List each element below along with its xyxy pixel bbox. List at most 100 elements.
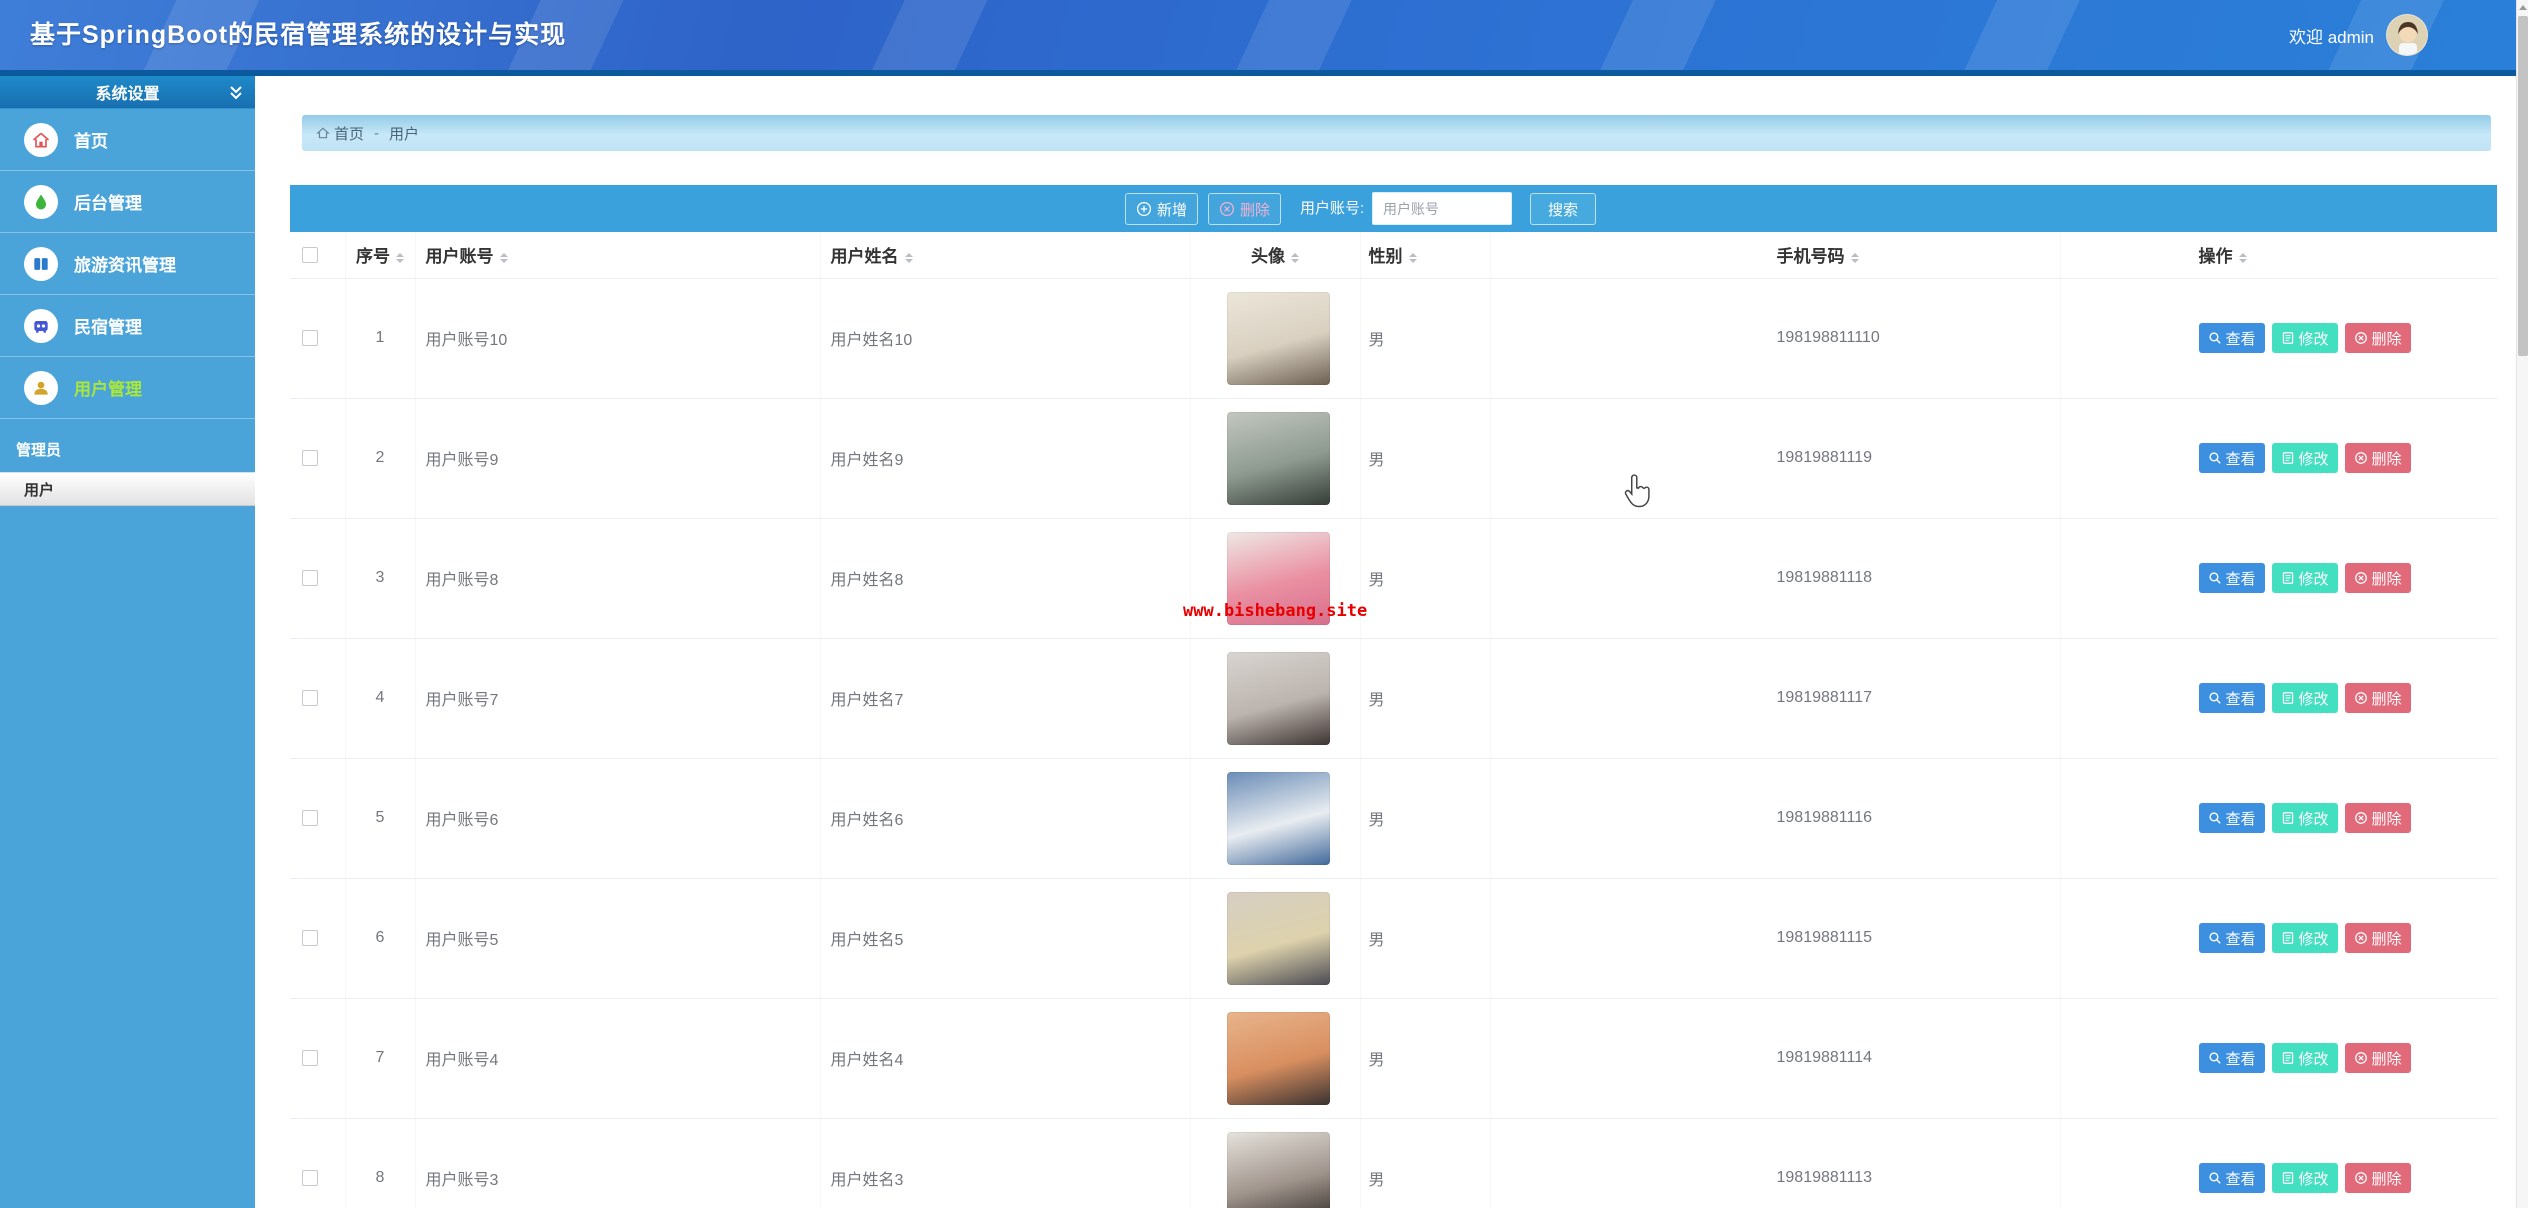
view-button[interactable]: 查看	[2199, 683, 2265, 713]
delete-button[interactable]: 删除	[2345, 1043, 2411, 1073]
delete-button[interactable]: 删除	[2345, 923, 2411, 953]
sort-caret-icon[interactable]	[1851, 249, 1859, 267]
sort-caret-icon[interactable]	[2239, 249, 2247, 267]
row-checkbox[interactable]	[302, 1050, 318, 1066]
user-area: 欢迎 admin	[2289, 0, 2428, 70]
sidebar-item-label: 旅游资讯管理	[74, 251, 176, 276]
edit-button[interactable]: 修改	[2272, 323, 2338, 353]
photo-person-helmet-road	[1227, 412, 1330, 505]
x-circle-icon	[2354, 571, 2368, 585]
header-index[interactable]: 序号	[345, 232, 415, 278]
row-name: 用户姓名4	[820, 998, 1190, 1118]
edit-button-label: 修改	[2299, 568, 2329, 589]
delete-button[interactable]: 删除	[2345, 323, 2411, 353]
table-header-row: 序号 用户账号 用户姓名 头像 性别 手机号码 操作	[290, 232, 2497, 278]
sort-caret-icon[interactable]	[1409, 249, 1417, 267]
edit-button[interactable]: 修改	[2272, 683, 2338, 713]
row-checkbox[interactable]	[302, 1170, 318, 1186]
table-row: 6 用户账号5 用户姓名5 男 19819881115 查看 修改 删除	[290, 878, 2497, 998]
header-name[interactable]: 用户姓名	[820, 232, 1190, 278]
view-button[interactable]: 查看	[2199, 323, 2265, 353]
view-button[interactable]: 查看	[2199, 1043, 2265, 1073]
sort-caret-icon[interactable]	[905, 249, 913, 267]
delete-button[interactable]: 删除	[2345, 803, 2411, 833]
view-button[interactable]: 查看	[2199, 1163, 2265, 1193]
view-button[interactable]: 查看	[2199, 803, 2265, 833]
table-row: 8 用户账号3 用户姓名3 男 19819881113 查看 修改 删除	[290, 1118, 2497, 1208]
plus-circle-icon	[1136, 201, 1152, 217]
edit-button[interactable]: 修改	[2272, 923, 2338, 953]
batch-delete-button[interactable]: 删除	[1208, 193, 1281, 225]
vertical-scrollbar[interactable]	[2516, 0, 2528, 1208]
search-button[interactable]: 搜索	[1530, 193, 1596, 225]
row-checkbox[interactable]	[302, 690, 318, 706]
delete-button[interactable]: 删除	[2345, 683, 2411, 713]
row-account: 用户账号7	[415, 638, 820, 758]
row-name: 用户姓名9	[820, 398, 1190, 518]
sidebar-item-home[interactable]: 首页	[0, 109, 255, 171]
edit-button[interactable]: 修改	[2272, 803, 2338, 833]
row-checkbox[interactable]	[302, 810, 318, 826]
view-button[interactable]: 查看	[2199, 923, 2265, 953]
edit-doc-icon	[2281, 451, 2295, 465]
view-button[interactable]: 查看	[2199, 443, 2265, 473]
delete-button[interactable]: 删除	[2345, 563, 2411, 593]
header-account[interactable]: 用户账号	[415, 232, 820, 278]
homestay-icon	[24, 309, 58, 343]
delete-button-label: 删除	[2372, 448, 2402, 469]
row-index: 4	[345, 638, 415, 758]
breadcrumb-home[interactable]: 首页	[316, 123, 364, 144]
row-checkbox[interactable]	[302, 330, 318, 346]
edit-button[interactable]: 修改	[2272, 1043, 2338, 1073]
row-checkbox[interactable]	[302, 570, 318, 586]
row-checkbox[interactable]	[302, 450, 318, 466]
delete-button[interactable]: 删除	[2345, 443, 2411, 473]
sort-caret-icon[interactable]	[500, 249, 508, 267]
sidebar-item-users[interactable]: 用户管理	[0, 357, 255, 419]
edit-doc-icon	[2281, 571, 2295, 585]
row-gender: 男	[1360, 638, 1490, 758]
select-all-checkbox[interactable]	[302, 247, 318, 263]
row-gender: 男	[1360, 518, 1490, 638]
sidebar-item-backend[interactable]: 后台管理	[0, 171, 255, 233]
row-phone: 19819881114	[1490, 998, 2060, 1118]
admin-avatar[interactable]	[2386, 14, 2428, 56]
delete-button[interactable]: 删除	[2345, 1163, 2411, 1193]
row-index: 6	[345, 878, 415, 998]
sidebar-item-homestay[interactable]: 民宿管理	[0, 295, 255, 357]
x-circle-icon	[2354, 691, 2368, 705]
toolbar: 新增 删除 用户账号: 搜索	[290, 185, 2497, 232]
sidebar-item-travel-info[interactable]: 旅游资讯管理	[0, 233, 255, 295]
sidebar-header[interactable]: 系统设置	[0, 76, 255, 109]
sort-caret-icon[interactable]	[1291, 249, 1299, 267]
breadcrumb: 首页 - 用户	[302, 115, 2491, 151]
sidebar-subitem-user[interactable]: 用户	[0, 472, 255, 506]
sidebar-item-label: 首页	[74, 127, 108, 152]
edit-button[interactable]: 修改	[2272, 443, 2338, 473]
view-button[interactable]: 查看	[2199, 563, 2265, 593]
header-phone[interactable]: 手机号码	[1490, 232, 2060, 278]
table-row: 7 用户账号4 用户姓名4 男 19819881114 查看 修改 删除	[290, 998, 2497, 1118]
scrollbar-up-arrow[interactable]	[2517, 0, 2528, 14]
row-account: 用户账号8	[415, 518, 820, 638]
hand-cursor-icon	[1620, 474, 1654, 512]
header-avatar[interactable]: 头像	[1190, 232, 1360, 278]
search-input[interactable]	[1372, 192, 1512, 225]
edit-button[interactable]: 修改	[2272, 1163, 2338, 1193]
book-icon	[24, 247, 58, 281]
row-gender: 男	[1360, 878, 1490, 998]
edit-button[interactable]: 修改	[2272, 563, 2338, 593]
row-account: 用户账号6	[415, 758, 820, 878]
add-button[interactable]: 新增	[1125, 193, 1198, 225]
row-checkbox[interactable]	[302, 930, 318, 946]
x-circle-icon	[2354, 451, 2368, 465]
edit-button-label: 修改	[2299, 448, 2329, 469]
header-actions[interactable]: 操作	[2060, 232, 2497, 278]
row-name: 用户姓名3	[820, 1118, 1190, 1208]
scrollbar-thumb[interactable]	[2518, 16, 2528, 356]
row-name: 用户姓名8	[820, 518, 1190, 638]
sort-caret-icon[interactable]	[396, 249, 404, 267]
search-field-label: 用户账号:	[1300, 185, 1364, 232]
header-gender[interactable]: 性别	[1360, 232, 1490, 278]
row-phone: 198198811110	[1490, 278, 2060, 398]
